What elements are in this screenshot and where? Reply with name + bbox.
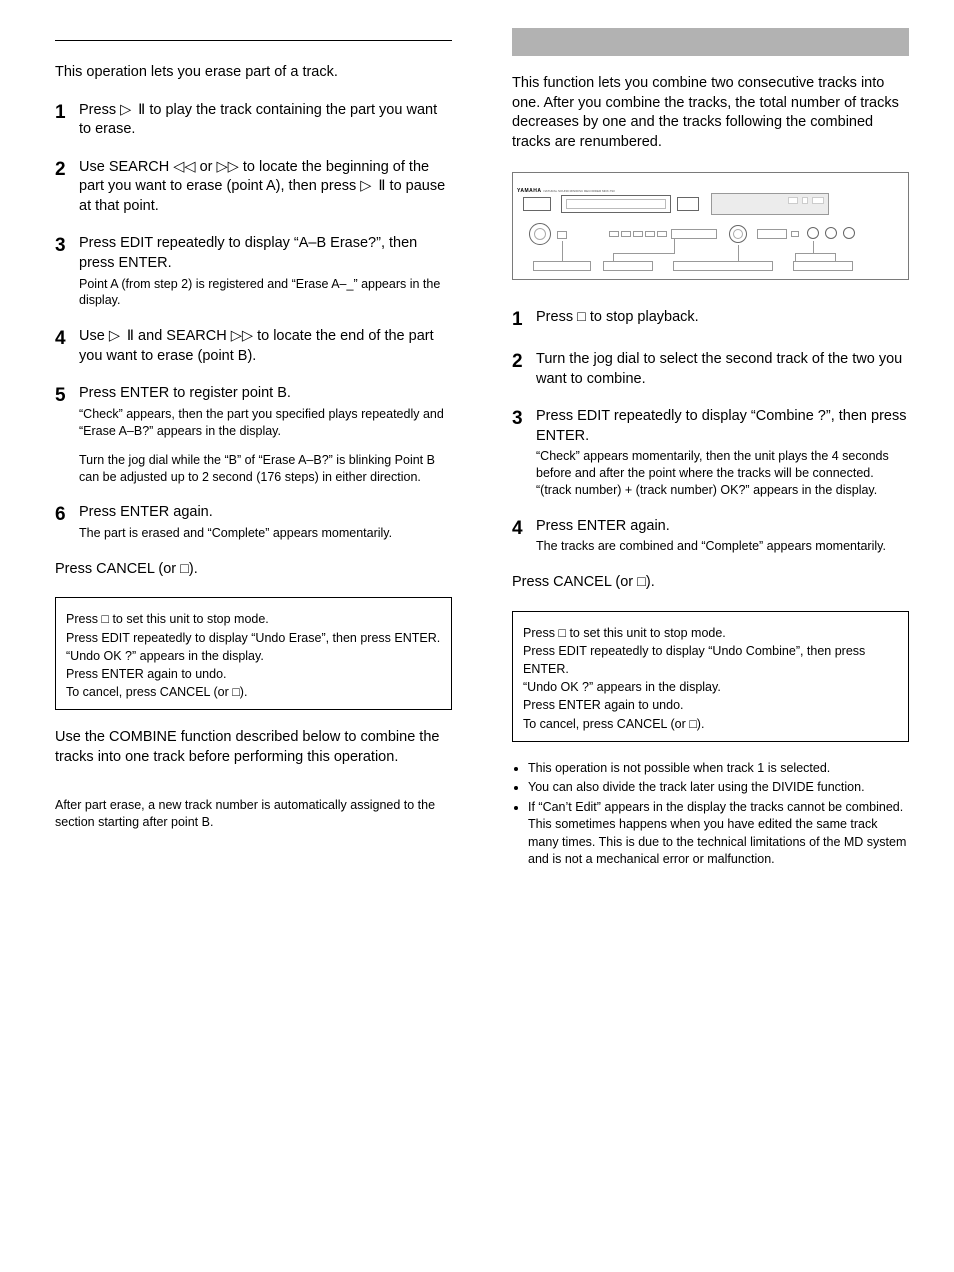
left-step-1: 1 Press ▷ Ⅱ to play the track containing… — [55, 101, 452, 140]
left-span-text: Use the COMBINE function described below… — [55, 728, 452, 767]
right-cancel-text: Press CANCEL (or □). — [512, 573, 909, 593]
left-undo-box: Press □ to set this unit to stop mode. P… — [55, 597, 452, 710]
device-illustration: YAMAHANATURAL SOUND MINIDISC RECORDER MD… — [512, 172, 909, 280]
left-step-3: 3 Press EDIT repeatedly to display “A–B … — [55, 234, 452, 309]
left-step-2: 2 Use SEARCH ◁◁ or ▷▷ to locate the begi… — [55, 158, 452, 217]
left-step-4: 4 Use ▷ Ⅱ and SEARCH ▷▷ to locate the en… — [55, 327, 452, 366]
note-item: If “Can’t Edit” appears in the display t… — [528, 799, 909, 869]
right-intro: This function lets you combine two conse… — [512, 74, 909, 152]
left-step-6: 6 Press ENTER again. The part is erased … — [55, 503, 452, 541]
right-title-bar: COMBINE — [512, 28, 909, 56]
device-model: NATURAL SOUND MINIDISC RECORDER MDX-793 — [543, 189, 614, 193]
left-note: After part erase, a new track number is … — [55, 797, 452, 831]
right-step-3: 3 Press EDIT repeatedly to display “Comb… — [512, 407, 909, 499]
note-item: This operation is not possible when trac… — [528, 760, 909, 778]
right-undo-box: Press □ to set this unit to stop mode. P… — [512, 611, 909, 742]
device-brand: YAMAHA — [517, 188, 541, 194]
right-step-2: 2 Turn the jog dial to select the second… — [512, 350, 909, 389]
left-title — [55, 34, 452, 41]
left-step-5: 5 Press ENTER to register point B. “Chec… — [55, 384, 452, 485]
right-step-4: 4 Press ENTER again. The tracks are comb… — [512, 517, 909, 555]
left-intro: This operation lets you erase part of a … — [55, 63, 452, 83]
right-notes: This operation is not possible when trac… — [512, 760, 909, 869]
left-cancel-text: Press CANCEL (or □). — [55, 560, 452, 580]
right-step-1: 1 Press □ to stop playback. — [512, 308, 909, 332]
note-item: You can also divide the track later usin… — [528, 779, 909, 797]
